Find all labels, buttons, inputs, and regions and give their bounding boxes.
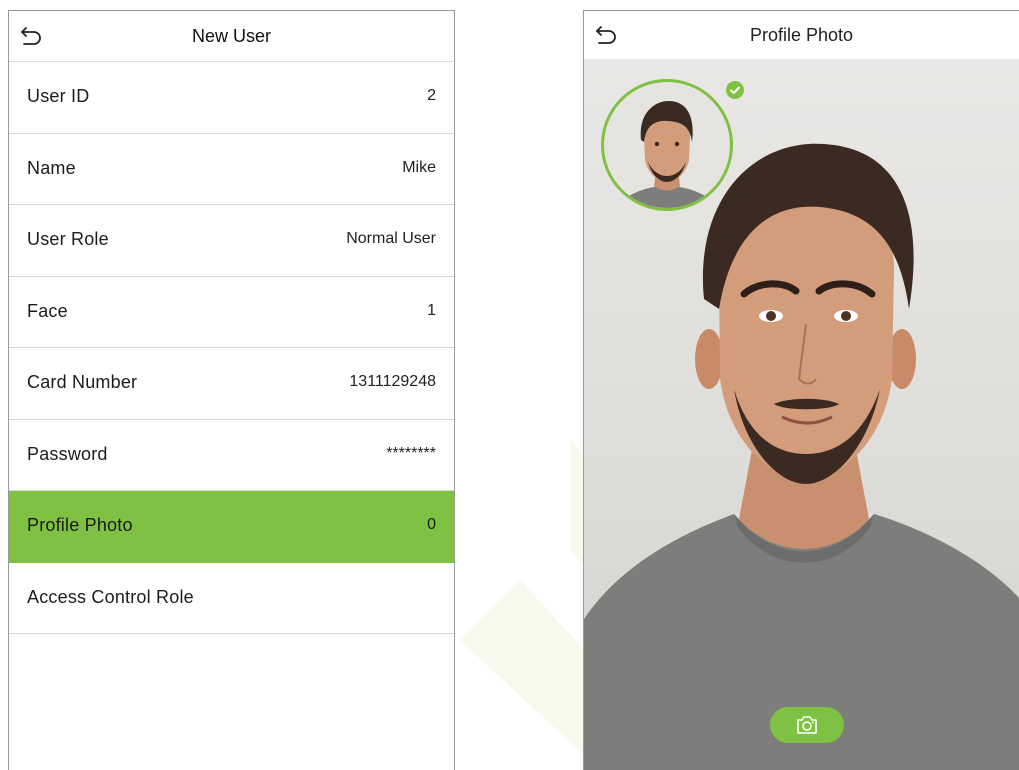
menu-item-value: 0 bbox=[427, 516, 436, 533]
camera-preview bbox=[584, 59, 1019, 770]
page: New User User ID 2 Name Mike User Role N… bbox=[0, 0, 1019, 770]
menu-item-label: Name bbox=[27, 157, 76, 178]
menu-item-label: User ID bbox=[27, 86, 90, 106]
title-bar: Profile Photo bbox=[584, 11, 1019, 59]
menu-item-face[interactable]: Face 1 bbox=[9, 277, 454, 348]
menu-item-value: Mike bbox=[402, 158, 436, 176]
capture-button[interactable] bbox=[770, 707, 844, 743]
menu-item-name[interactable]: Name Mike bbox=[9, 134, 454, 205]
menu-item-value: 1311129248 bbox=[349, 373, 436, 390]
menu-item-value: 1 bbox=[427, 301, 436, 319]
check-icon bbox=[726, 81, 744, 99]
menu-item-card-number[interactable]: Card Number 1311129248 bbox=[9, 348, 454, 420]
menu-item-user-id[interactable]: User ID 2 bbox=[9, 62, 454, 134]
title-bar: New User bbox=[9, 11, 454, 62]
menu-item-label: Face bbox=[27, 300, 68, 321]
menu-item-value: Normal User bbox=[346, 230, 436, 247]
captured-photo-thumbnail bbox=[601, 79, 733, 211]
menu-item-password[interactable]: Password ******** bbox=[9, 420, 454, 491]
menu-item-label: Access Control Role bbox=[27, 586, 194, 607]
menu-item-label: Card Number bbox=[27, 372, 138, 392]
menu-item-label: User Role bbox=[27, 229, 109, 249]
new-user-screen: New User User ID 2 Name Mike User Role N… bbox=[8, 10, 455, 770]
page-title: Profile Photo bbox=[749, 25, 854, 45]
profile-photo-screen: Profile Photo bbox=[583, 10, 1019, 770]
menu-item-value: ******** bbox=[386, 444, 436, 462]
menu-item-user-role[interactable]: User Role Normal User bbox=[9, 205, 454, 277]
menu-item-access-control-role[interactable]: Access Control Role bbox=[9, 563, 454, 634]
menu-item-profile-photo[interactable]: Profile Photo 0 bbox=[9, 491, 454, 563]
menu-item-label: Password bbox=[27, 443, 108, 464]
page-title: New User bbox=[191, 26, 271, 46]
menu-item-label: Profile Photo bbox=[27, 515, 133, 535]
camera-icon bbox=[797, 716, 817, 734]
menu-item-value: 2 bbox=[427, 87, 436, 104]
